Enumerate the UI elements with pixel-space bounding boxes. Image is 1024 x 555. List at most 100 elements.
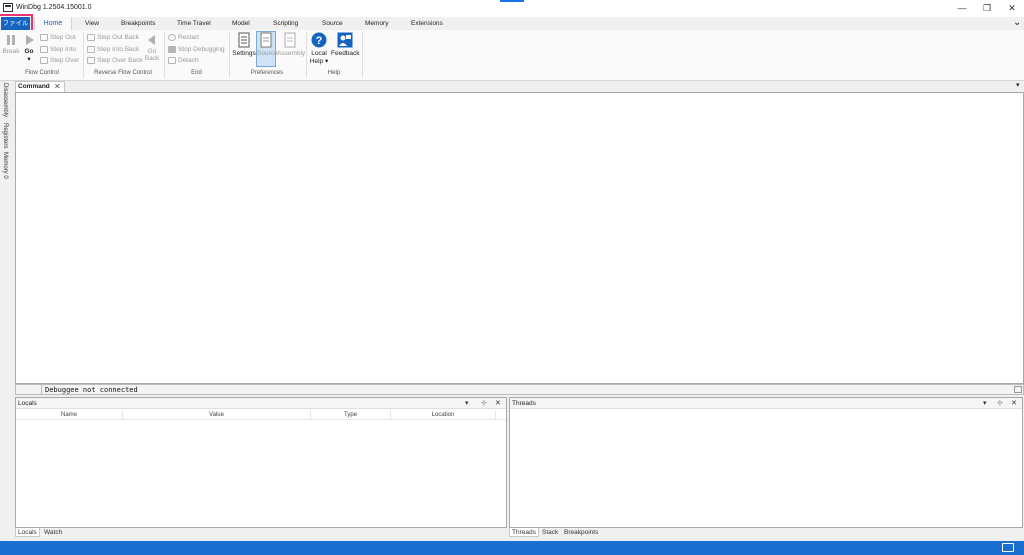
- step-out-back-label: Step Out Back: [97, 33, 139, 41]
- step-into-back-icon: [87, 45, 95, 53]
- go-back-icon: [148, 35, 155, 45]
- threads-panel: Threads ▾ ⊹ ✕: [509, 397, 1023, 528]
- step-into-button[interactable]: Step Into: [40, 44, 76, 54]
- command-menu-button[interactable]: ▾: [1016, 81, 1020, 89]
- tab-locals[interactable]: Locals: [15, 528, 40, 537]
- tab-file[interactable]: ファイル: [0, 14, 33, 33]
- go-label: Go: [24, 48, 34, 55]
- local-help-label-1: Local: [311, 50, 327, 57]
- chevron-down-icon[interactable]: ▾: [465, 399, 469, 407]
- tab-extensions[interactable]: Extensions: [411, 20, 443, 27]
- tab-source[interactable]: Source: [322, 20, 343, 27]
- step-out-icon: [40, 33, 48, 41]
- detach-button[interactable]: Detach: [168, 55, 199, 65]
- tab-command[interactable]: Command ✕: [15, 81, 65, 92]
- close-icon[interactable]: ✕: [1011, 399, 1017, 407]
- restart-label: Restart: [178, 33, 199, 41]
- tab-time-travel[interactable]: Time Travel: [177, 20, 211, 27]
- close-icon[interactable]: ✕: [495, 399, 501, 407]
- window-title: WinDbg 1.2504.15001.0: [16, 4, 92, 11]
- locals-title: Locals: [18, 400, 37, 407]
- step-out-back-button[interactable]: Step Out Back: [87, 32, 139, 42]
- threads-title: Threads: [512, 400, 536, 407]
- stop-debugging-label: Stop Debugging: [178, 45, 225, 53]
- command-scroll-button[interactable]: [1014, 386, 1022, 393]
- tab-memory[interactable]: Memory: [365, 20, 388, 27]
- chat-icon[interactable]: [1002, 543, 1014, 552]
- step-out-back-icon: [87, 33, 95, 41]
- step-into-back-button[interactable]: Step Into Back: [87, 44, 139, 54]
- settings-icon: [238, 32, 250, 48]
- command-status-text: Debuggee not connected: [45, 386, 138, 394]
- step-out-label: Step Out: [50, 33, 76, 41]
- break-button[interactable]: Break: [2, 34, 20, 55]
- column-location[interactable]: Location: [391, 411, 496, 420]
- tab-watch[interactable]: Watch: [42, 528, 64, 537]
- threads-header: Threads ▾ ⊹ ✕: [510, 398, 1022, 409]
- stop-icon: [168, 45, 176, 53]
- locals-panel: Locals ▾ ⊹ ✕ Name Value Type Location: [15, 397, 507, 528]
- close-icon[interactable]: ✕: [54, 82, 61, 91]
- column-value[interactable]: Value: [123, 411, 311, 420]
- feedback-label: Feedback: [331, 50, 360, 57]
- tab-model[interactable]: Model: [232, 20, 250, 27]
- command-tab-label: Command: [18, 83, 50, 90]
- source-mode-button[interactable]: Source: [256, 31, 278, 67]
- stop-debugging-button[interactable]: Stop Debugging: [168, 44, 225, 54]
- title-accent-line: [500, 0, 524, 2]
- column-type[interactable]: Type: [311, 411, 391, 420]
- step-over-back-button[interactable]: Step Over Back: [87, 55, 143, 65]
- tab-scripting[interactable]: Scripting: [273, 20, 298, 27]
- group-separator: [362, 32, 363, 78]
- step-into-icon: [40, 45, 48, 53]
- help-icon: ?: [311, 32, 327, 48]
- step-into-back-label: Step Into Back: [97, 45, 140, 53]
- tab-threads[interactable]: Threads: [509, 528, 539, 537]
- side-tab-registers[interactable]: Registers: [2, 123, 8, 148]
- status-bar: [0, 541, 1024, 555]
- command-input-bar[interactable]: Debuggee not connected: [15, 384, 1024, 395]
- pause-icon: [7, 35, 15, 45]
- chevron-down-icon[interactable]: ▾: [983, 399, 987, 407]
- close-button[interactable]: ✕: [1002, 2, 1022, 15]
- go-button[interactable]: Go ▾: [21, 34, 37, 63]
- ribbon-collapse-button[interactable]: ⌄: [1013, 17, 1021, 28]
- svg-text:?: ?: [316, 35, 323, 47]
- step-out-button[interactable]: Step Out: [40, 32, 76, 42]
- locals-bottom-tabs: Locals Watch: [15, 528, 215, 539]
- side-tab-memory[interactable]: Memory 0: [2, 152, 8, 179]
- ribbon: Break Go ▾ Step Out Step Into Step Over …: [0, 30, 1024, 81]
- tab-view[interactable]: View: [85, 20, 99, 27]
- tab-home[interactable]: Home: [34, 17, 72, 31]
- local-help-button[interactable]: ? Local Help ▾: [309, 32, 329, 65]
- column-name[interactable]: Name: [16, 411, 123, 420]
- restore-button[interactable]: ❐: [977, 2, 997, 15]
- step-over-button[interactable]: Step Over: [40, 55, 79, 65]
- minimize-button[interactable]: —: [952, 2, 972, 15]
- settings-button[interactable]: Settings: [232, 32, 256, 57]
- threads-bottom-tabs: Threads Stack Breakpoints: [509, 528, 709, 539]
- command-tab-bar: Command ✕ ▾: [15, 81, 1024, 92]
- assembly-label: Assembly: [277, 50, 306, 57]
- command-output[interactable]: [15, 92, 1024, 384]
- tab-breakpoints-panel[interactable]: Breakpoints: [562, 528, 600, 537]
- detach-icon: [168, 56, 176, 64]
- pin-icon[interactable]: ⊹: [481, 399, 487, 407]
- go-back-button[interactable]: Go Back: [143, 34, 161, 62]
- go-dropdown-arrow[interactable]: ▾: [21, 55, 37, 63]
- go-back-label-1: Go: [147, 48, 157, 55]
- side-tool-strip: Disassembly Registers Memory 0: [0, 81, 14, 541]
- preferences-group-label: Preferences: [250, 70, 284, 76]
- feedback-button[interactable]: Feedback: [331, 32, 360, 57]
- assembly-mode-button[interactable]: Assembly: [277, 32, 306, 57]
- step-over-label: Step Over: [50, 56, 80, 64]
- pin-icon[interactable]: ⊹: [997, 399, 1003, 407]
- tab-breakpoints[interactable]: Breakpoints: [121, 20, 155, 27]
- tab-stack[interactable]: Stack: [540, 528, 560, 537]
- go-back-label-2: Back: [144, 55, 160, 62]
- restart-button[interactable]: Restart: [168, 32, 199, 42]
- step-over-back-icon: [87, 56, 95, 64]
- side-tab-disassembly[interactable]: Disassembly: [2, 83, 8, 117]
- locals-column-header: Name Value Type Location: [16, 411, 506, 420]
- restart-icon: [168, 33, 176, 41]
